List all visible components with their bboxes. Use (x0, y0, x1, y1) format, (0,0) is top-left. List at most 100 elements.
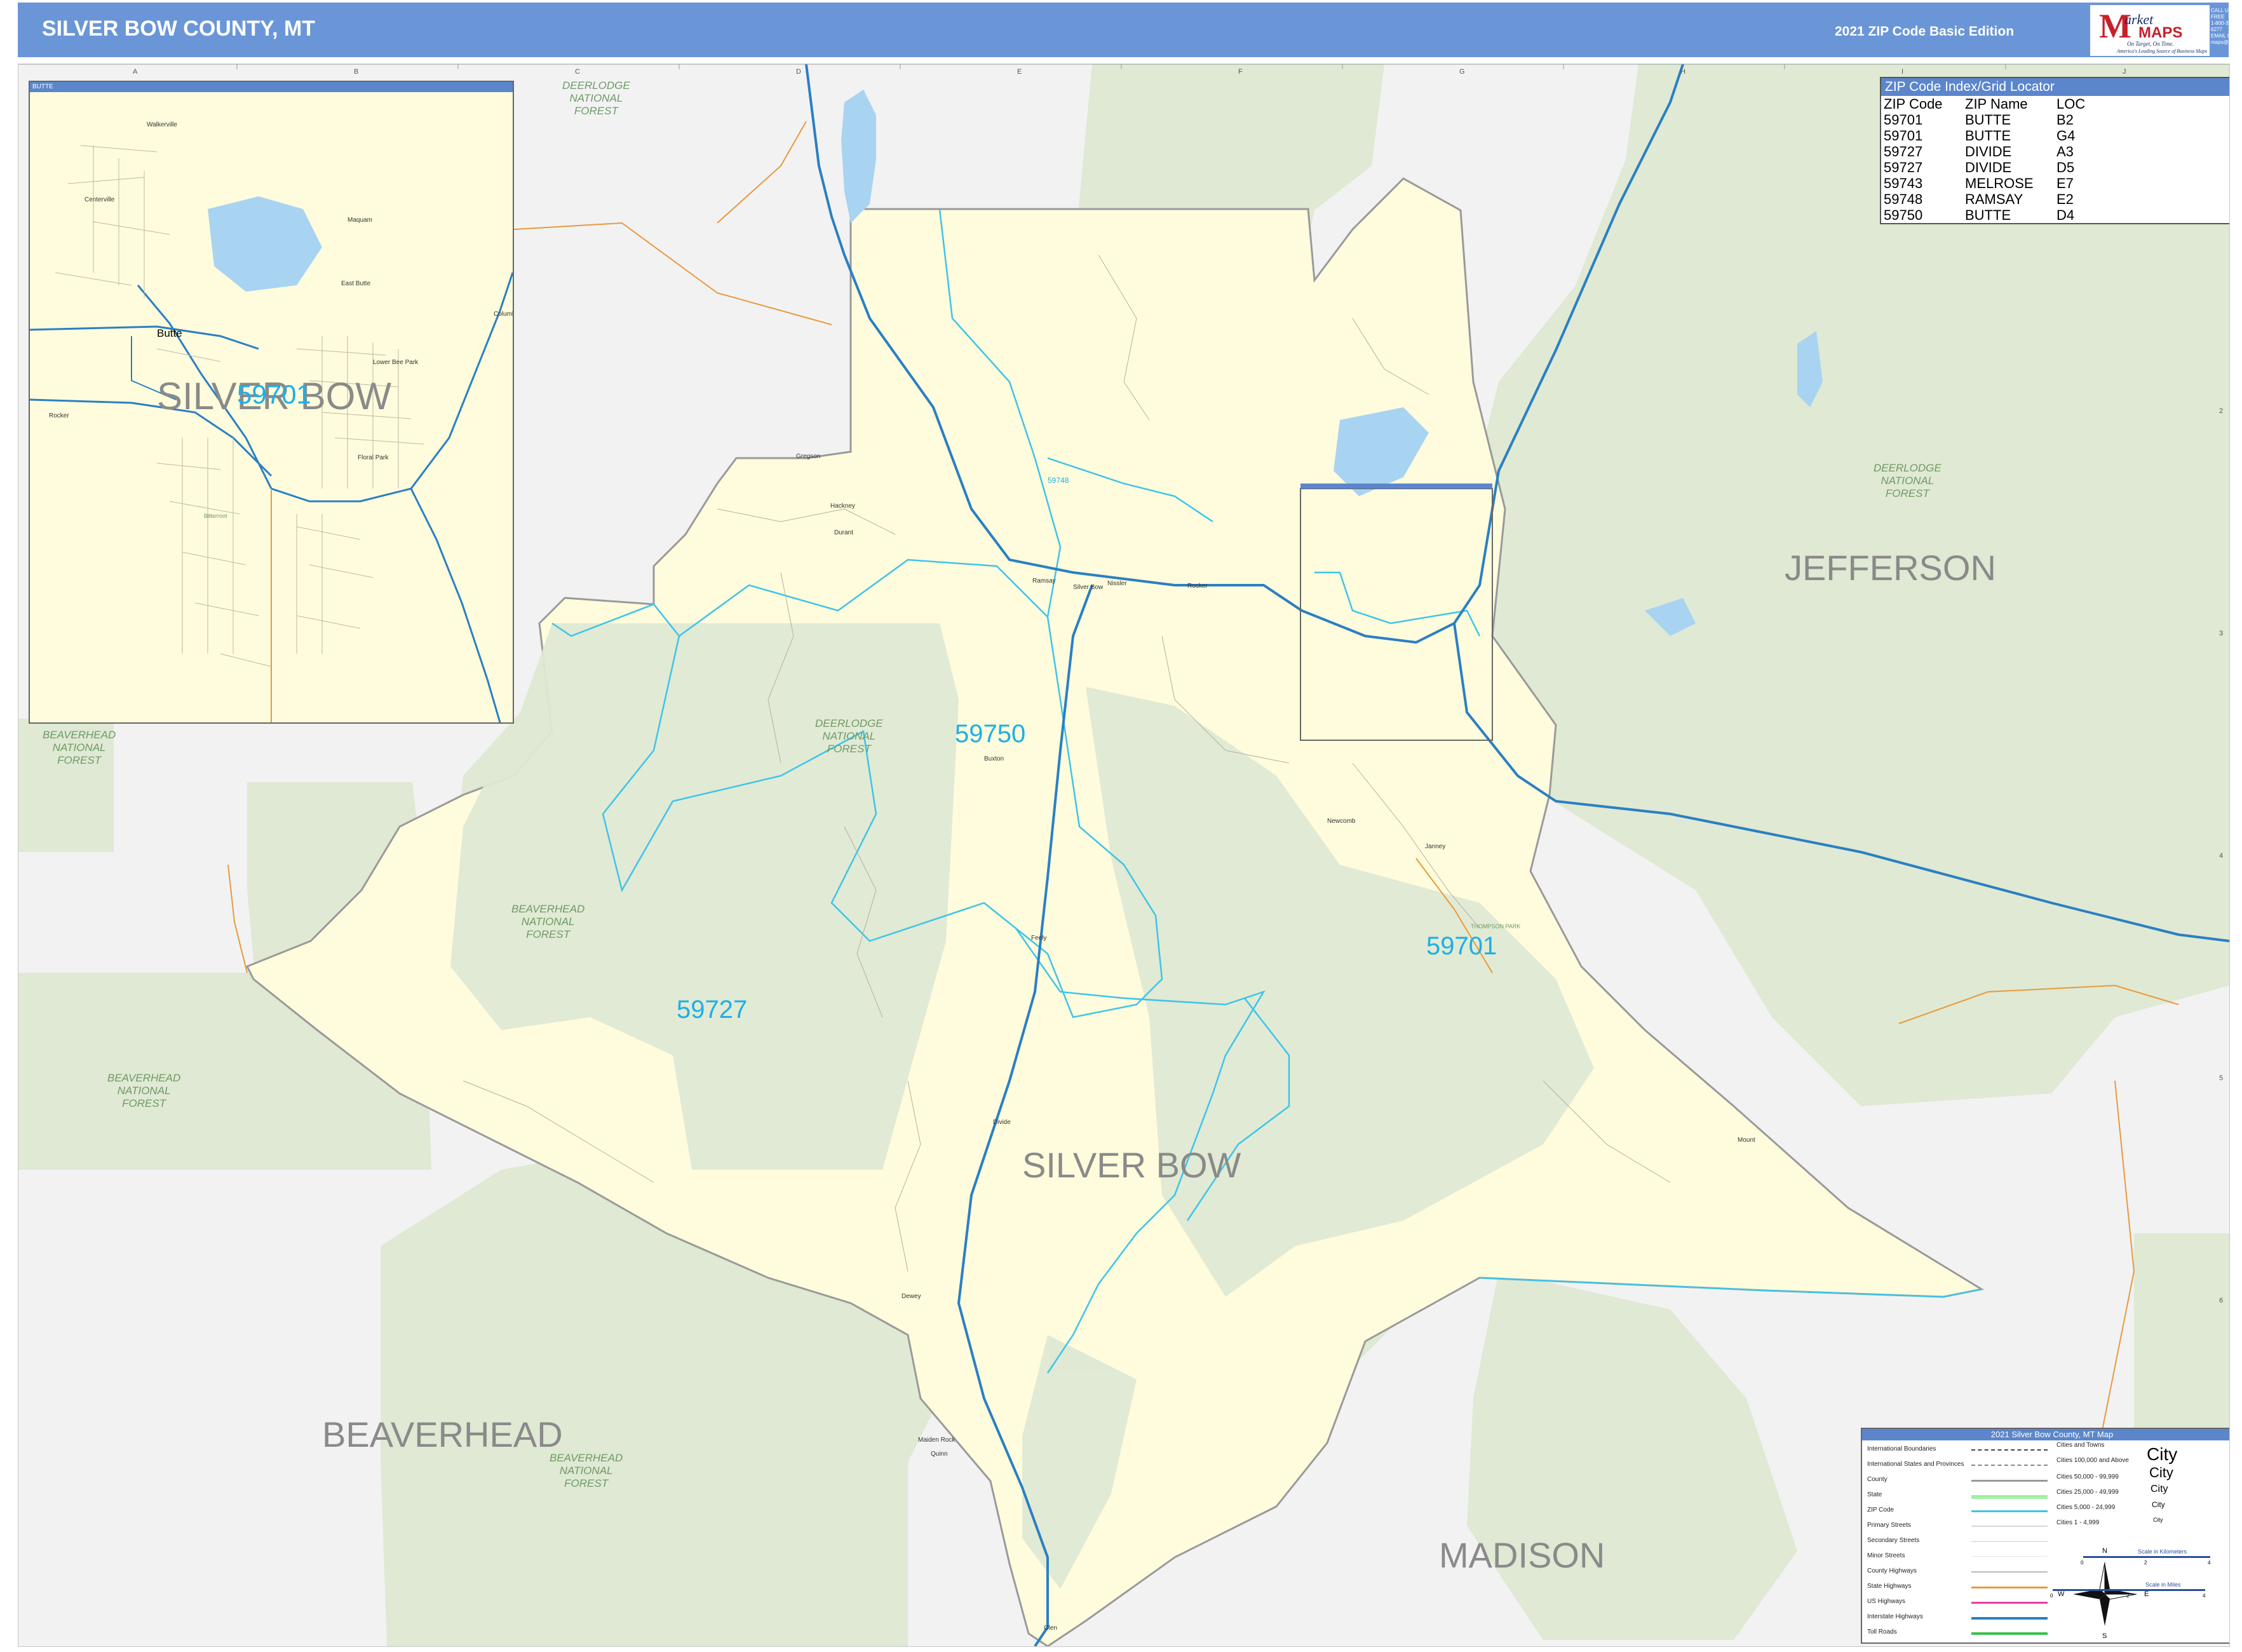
butte-inset-map[interactable]: BUTTE SILVER BOW 59701 Walkerville Cente… (29, 81, 514, 724)
scale-mi-label: Scale in Miles (2145, 1581, 2181, 1588)
grid-col-j: J (2123, 68, 2126, 76)
forest-label-beaverhead-center: BEAVERHEAD NATIONAL FOREST (511, 903, 585, 940)
scale-mi-tick: 4 (2203, 1593, 2206, 1599)
inset-place-walkerville: Walkerville (147, 121, 177, 128)
grid-col-b: B (354, 68, 359, 76)
inset-place-floral-park: Floral Park (358, 454, 389, 461)
place-rocker: Rocker (1187, 583, 1208, 590)
legend-city-class: Cities 25,000 - 49,999 (2056, 1489, 2119, 1496)
legend-city-class: Cities 5,000 - 24,999 (2056, 1504, 2116, 1511)
map-legend: 2021 Silver Bow County, MT Map Internati… (1861, 1428, 2229, 1644)
table-row[interactable]: 59748 RAMSAY E2 (1881, 191, 2088, 207)
compass-west: W (2058, 1590, 2065, 1598)
county-label-madison: MADISON (1439, 1535, 1605, 1575)
scale-km-label: Scale in Kilometers (2138, 1548, 2187, 1555)
logo-maps-text: MAPS (2138, 24, 2183, 41)
map-canvas[interactable]: A B C D E F G H I J 1 2 3 4 5 6 7 JEFFER… (18, 64, 2230, 1647)
legend-swatch-state-hwy (1971, 1587, 2048, 1588)
place-janney: Janney (1425, 843, 1446, 850)
legend-swatch-toll (1971, 1632, 2048, 1635)
place-thompson-park: THOMPSON PARK (1471, 923, 1521, 930)
legend-feature: US Highways (1867, 1598, 1906, 1605)
zip-label-59727: 59727 (677, 996, 748, 1024)
zip-label-59750: 59750 (955, 720, 1026, 748)
scale-km-tick: 0 (2081, 1560, 2084, 1566)
title-bar: SILVER BOW COUNTY, MT 2021 ZIP Code Basi… (18, 3, 2242, 57)
inset-place-columbia-gardens: Columbia Gardens (494, 311, 513, 318)
inset-place-centerville: Centerville (84, 196, 115, 203)
inset-place-east-butte: East Butte (341, 280, 371, 287)
legend-feature: State Highways (1867, 1583, 1912, 1590)
place-glen: Glen (1044, 1625, 1058, 1632)
inset-place-butte: Butte (157, 327, 182, 339)
scale-mi-bar (2053, 1589, 2205, 1591)
forest-label-beaverhead-west: BEAVERHEAD NATIONAL FOREST (43, 729, 116, 766)
zip-index-title: ZIP Code Index/Grid Locator (1881, 78, 2229, 96)
legend-feature: State (1867, 1491, 1882, 1498)
inset-place-rocker: Rocker (49, 412, 69, 419)
compass-rose-icon (2073, 1562, 2137, 1626)
legend-feature: Toll Roads (1867, 1628, 1897, 1635)
legend-swatch-interstate (1971, 1617, 2048, 1620)
place-ramsay: Ramsay (1032, 578, 1056, 585)
table-row[interactable]: 59701 BUTTE B2 (1881, 112, 2088, 128)
grid-col-a: A (133, 68, 138, 76)
table-row[interactable]: 59727 DIVIDE D5 (1881, 159, 2088, 175)
county-label-silver-bow: SILVER BOW (1022, 1145, 1241, 1185)
legend-city-class: Cities and Towns (2056, 1442, 2105, 1449)
place-gregson: Gregson (796, 453, 821, 460)
grid-col-f: F (1238, 68, 1243, 76)
table-row[interactable]: 59743 MELROSE E7 (1881, 175, 2088, 191)
place-maiden-rock: Maiden Rock (918, 1437, 956, 1444)
grid-row-3: 3 (2219, 630, 2224, 637)
table-row[interactable]: 59727 DIVIDE A3 (1881, 144, 2088, 159)
scale-km-bar (2083, 1556, 2210, 1558)
legend-city-sample-2: City (2149, 1465, 2173, 1480)
table-row[interactable]: 59701 BUTTE G4 (1881, 128, 2088, 144)
legend-swatch-state (1971, 1495, 2048, 1499)
market-maps-logo[interactable]: M arket MAPS On Target, On Time. America… (2090, 5, 2210, 56)
place-feely: Feely (1031, 935, 1047, 942)
legend-city-class: Cities 1 - 4,999 (2056, 1519, 2100, 1526)
grid-col-c: C (575, 68, 580, 76)
place-dewey: Dewey (902, 1293, 921, 1300)
legend-swatch-county (1971, 1480, 2048, 1482)
map-title: SILVER BOW COUNTY, MT (42, 17, 316, 41)
legend-swatch-minor (1971, 1556, 2048, 1557)
county-label-beaverhead: BEAVERHEAD (322, 1414, 563, 1454)
zip-index-col-zip: ZIP Code (1884, 96, 1943, 112)
inset-locator-head (1300, 484, 1492, 489)
scale-mi-tick: 0 (2050, 1593, 2053, 1599)
legend-swatch-secondary (1971, 1541, 2048, 1542)
zip-label-59701: 59701 (1426, 932, 1497, 960)
zip-index-header-row: ZIP Code ZIP Name LOC (1881, 96, 2088, 112)
legend-feature: International Boundaries (1867, 1446, 1936, 1452)
inset-place-bitterroot: Bitterroot (204, 513, 227, 519)
scale-km-tick: 4 (2208, 1560, 2211, 1566)
zip-index-col-loc: LOC (2056, 96, 2086, 112)
zip-index-col-name: ZIP Name (1965, 96, 2028, 112)
grid-row-5: 5 (2219, 1074, 2224, 1082)
legend-city-sample-5: City (2153, 1517, 2163, 1523)
contact-info: CALL US TOLL FREE 1-800-334-6277 EMAIL U… (2211, 8, 2242, 45)
legend-title: 2021 Silver Bow County, MT Map (1862, 1429, 2229, 1440)
zip-label-59748: 59748 (1048, 476, 1069, 485)
legend-feature: Primary Streets (1867, 1522, 1911, 1529)
legend-swatch-intl (1971, 1449, 2048, 1451)
grid-col-e: E (1017, 68, 1022, 76)
place-buxton: Buxton (984, 755, 1004, 762)
legend-city-sample-4: City (2152, 1500, 2165, 1509)
grid-col-g: G (1459, 68, 1465, 76)
inset-zip-label: 59701 (237, 379, 311, 409)
legend-swatch-county-hwy (1971, 1571, 2048, 1573)
table-row[interactable]: 59750 BUTTE D4 (1881, 207, 2088, 223)
grid-row-4: 4 (2219, 852, 2224, 860)
legend-feature: Minor Streets (1867, 1552, 1905, 1559)
legend-swatch-us-hwy (1971, 1602, 2048, 1604)
place-nissler: Nissler (1107, 580, 1127, 587)
legend-feature: County (1867, 1476, 1887, 1483)
legend-feature: Secondary Streets (1867, 1537, 1920, 1544)
scale-km-tick: 2 (2144, 1560, 2147, 1566)
forest-label-deerlodge-center: DEERLODGE NATIONAL FOREST (815, 717, 883, 755)
legend-feature: International States and Provinces (1867, 1461, 1964, 1468)
